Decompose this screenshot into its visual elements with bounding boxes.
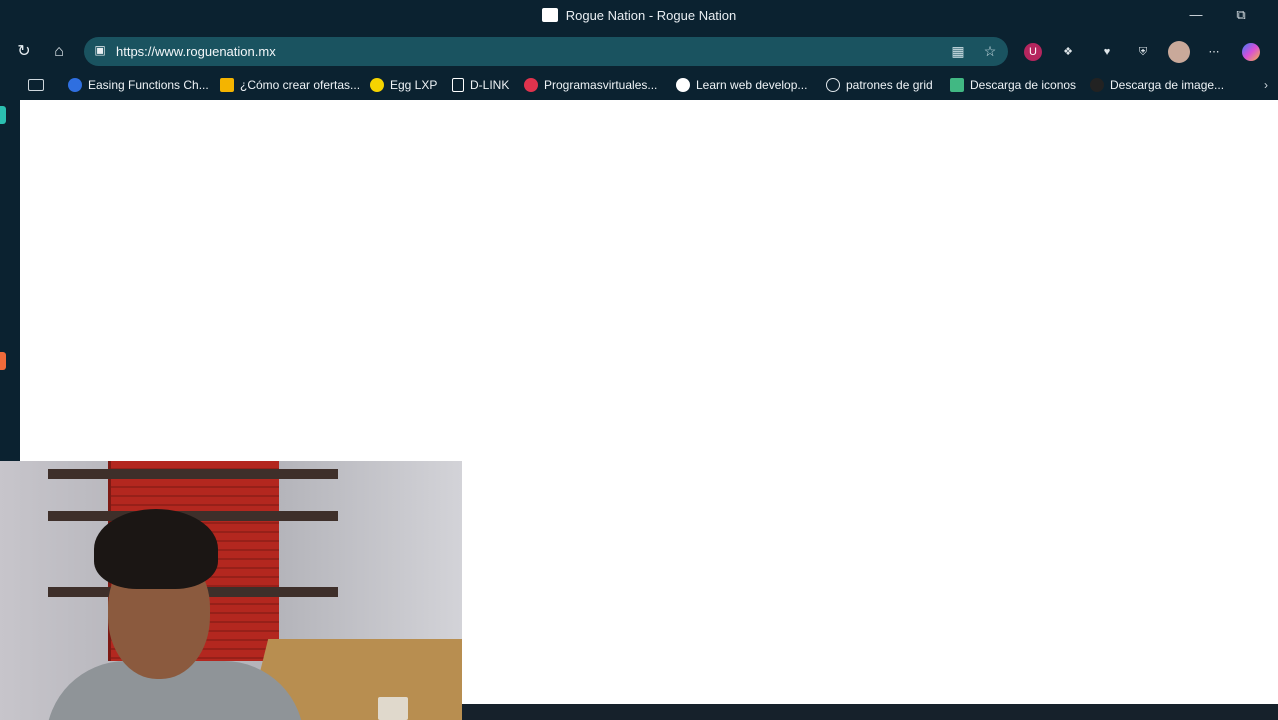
extensions-icon[interactable]: ❖ (1059, 43, 1077, 61)
bookmark-item[interactable]: ¿Cómo crear ofertas... (220, 77, 360, 93)
ads-icon (220, 78, 234, 92)
bookmark-item[interactable]: Learn web develop... (676, 77, 807, 93)
globe-icon (826, 78, 840, 92)
profile-avatar[interactable] (1168, 41, 1190, 63)
dlink-icon (452, 78, 464, 92)
sidebar-indicator[interactable] (0, 352, 6, 370)
globe-blue-icon (68, 78, 82, 92)
webcam-person (46, 501, 306, 720)
bookmark-item[interactable]: Easing Functions Ch... (68, 77, 209, 93)
shield-icon[interactable]: ⛨ (1134, 43, 1152, 61)
bookmarks-bar: Easing Functions Ch... ¿Cómo crear ofert… (0, 70, 1278, 100)
bookmark-item[interactable]: patrones de grid (826, 77, 933, 93)
window-title-text: Rogue Nation - Rogue Nation (565, 8, 737, 23)
restore-button[interactable]: ⧉ (1234, 8, 1248, 22)
bookmarks-toggle-icon[interactable] (28, 77, 50, 93)
navigation-bar: ↻ ⌂ ▣ https://www.roguenation.mx ▦ ☆ U ❖… (0, 34, 1278, 70)
bookmark-item[interactable]: Programasvirtuales... (524, 77, 657, 93)
address-url[interactable]: https://www.roguenation.mx (116, 44, 276, 59)
more-menu-icon[interactable]: ⋯ (1205, 43, 1223, 61)
address-bar[interactable]: ▣ https://www.roguenation.mx ▦ ☆ (84, 37, 1008, 66)
tab-favicon-icon (541, 8, 558, 22)
bookmark-item[interactable]: Egg LXP (370, 77, 437, 93)
favorite-star-icon[interactable]: ☆ (982, 43, 998, 59)
bookmark-item[interactable]: Descarga de image... (1090, 77, 1224, 93)
p-circle-icon (524, 78, 538, 92)
title-bar: Rogue Nation - Rogue Nation — ⧉ (0, 0, 1278, 34)
window-title: Rogue Nation - Rogue Nation (0, 8, 1278, 23)
reload-icon[interactable]: ↻ (14, 42, 34, 62)
dino-icon (676, 78, 690, 92)
person-icon (1090, 78, 1104, 92)
app-available-icon[interactable]: ▦ (950, 43, 966, 59)
webcam-overlay (0, 461, 462, 720)
browser-essentials-icon[interactable]: ♥ (1098, 43, 1116, 61)
copilot-icon[interactable] (1242, 43, 1260, 61)
egg-icon (370, 78, 384, 92)
home-icon[interactable]: ⌂ (49, 42, 69, 62)
bookmarks-overflow-icon[interactable]: › (1264, 77, 1268, 93)
vue-icon (950, 78, 964, 92)
ublock-extension-icon[interactable]: U (1024, 43, 1042, 61)
bookmark-item[interactable]: Descarga de iconos (950, 77, 1076, 93)
bookmark-item[interactable]: D-LINK (452, 77, 509, 93)
sidebar-indicator[interactable] (0, 106, 6, 124)
minimize-button[interactable]: — (1189, 8, 1203, 22)
lock-icon[interactable]: ▣ (93, 43, 107, 57)
